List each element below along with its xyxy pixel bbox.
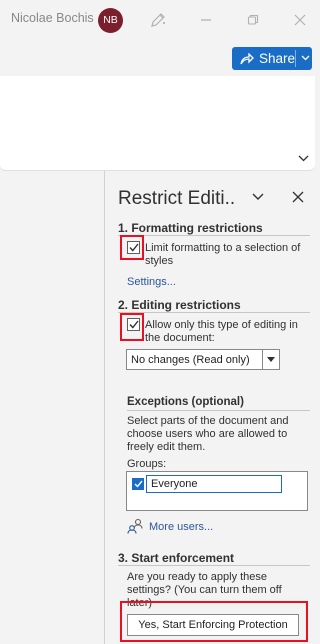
document-area[interactable] — [0, 171, 105, 644]
pen-icon[interactable] — [148, 10, 168, 30]
dropdown-arrow-icon[interactable] — [262, 350, 279, 369]
share-divider — [295, 50, 296, 67]
share-dropdown-icon[interactable] — [299, 51, 311, 65]
more-users-link[interactable]: More users... — [149, 521, 213, 533]
minimize-icon[interactable] — [196, 10, 216, 30]
users-icon — [127, 518, 143, 534]
groups-list[interactable]: Everyone — [126, 471, 308, 511]
groups-label: Groups: — [127, 458, 167, 470]
allow-editing-type-label: Allow only this type of editing in the d… — [145, 319, 298, 344]
editing-type-value: No changes (Read only) — [131, 354, 250, 366]
group-everyone-checkbox[interactable] — [132, 478, 144, 490]
user-name[interactable]: Nicolae Bochis — [11, 11, 94, 25]
pane-close-icon[interactable] — [290, 189, 306, 205]
highlight-box — [120, 313, 144, 341]
restore-icon[interactable] — [243, 10, 263, 30]
pane-options-chevron-icon[interactable] — [250, 190, 266, 204]
editing-restrictions-heading: 2. Editing restrictions — [118, 298, 241, 312]
group-everyone-label[interactable]: Everyone — [146, 475, 282, 493]
pane-title: Restrict Editi.. — [118, 188, 236, 209]
share-label: Share — [259, 51, 296, 66]
exceptions-heading: Exceptions (optional) — [127, 396, 244, 408]
formatting-restrictions-heading: 1. Formatting restrictions — [118, 221, 263, 235]
section-divider — [127, 410, 310, 411]
section-divider — [118, 565, 310, 566]
avatar[interactable]: NB — [98, 8, 123, 33]
section-divider — [118, 312, 310, 313]
editing-type-select[interactable]: No changes (Read only) — [126, 349, 280, 370]
highlight-box — [120, 235, 144, 260]
formatting-settings-link[interactable]: Settings... — [127, 276, 176, 288]
close-window-icon[interactable] — [290, 10, 310, 30]
start-enforcement-heading: 3. Start enforcement — [118, 551, 235, 565]
share-icon — [240, 52, 254, 64]
ribbon-expand-icon[interactable] — [296, 152, 310, 164]
share-button[interactable]: Share — [232, 47, 312, 70]
highlight-box — [120, 601, 308, 642]
limit-formatting-label: Limit formatting to a selection of style… — [145, 242, 301, 267]
checkmark-icon — [134, 480, 143, 488]
exceptions-description: Select parts of the document and choose … — [127, 415, 289, 453]
ribbon-panel — [0, 76, 315, 171]
section-divider — [118, 235, 310, 236]
